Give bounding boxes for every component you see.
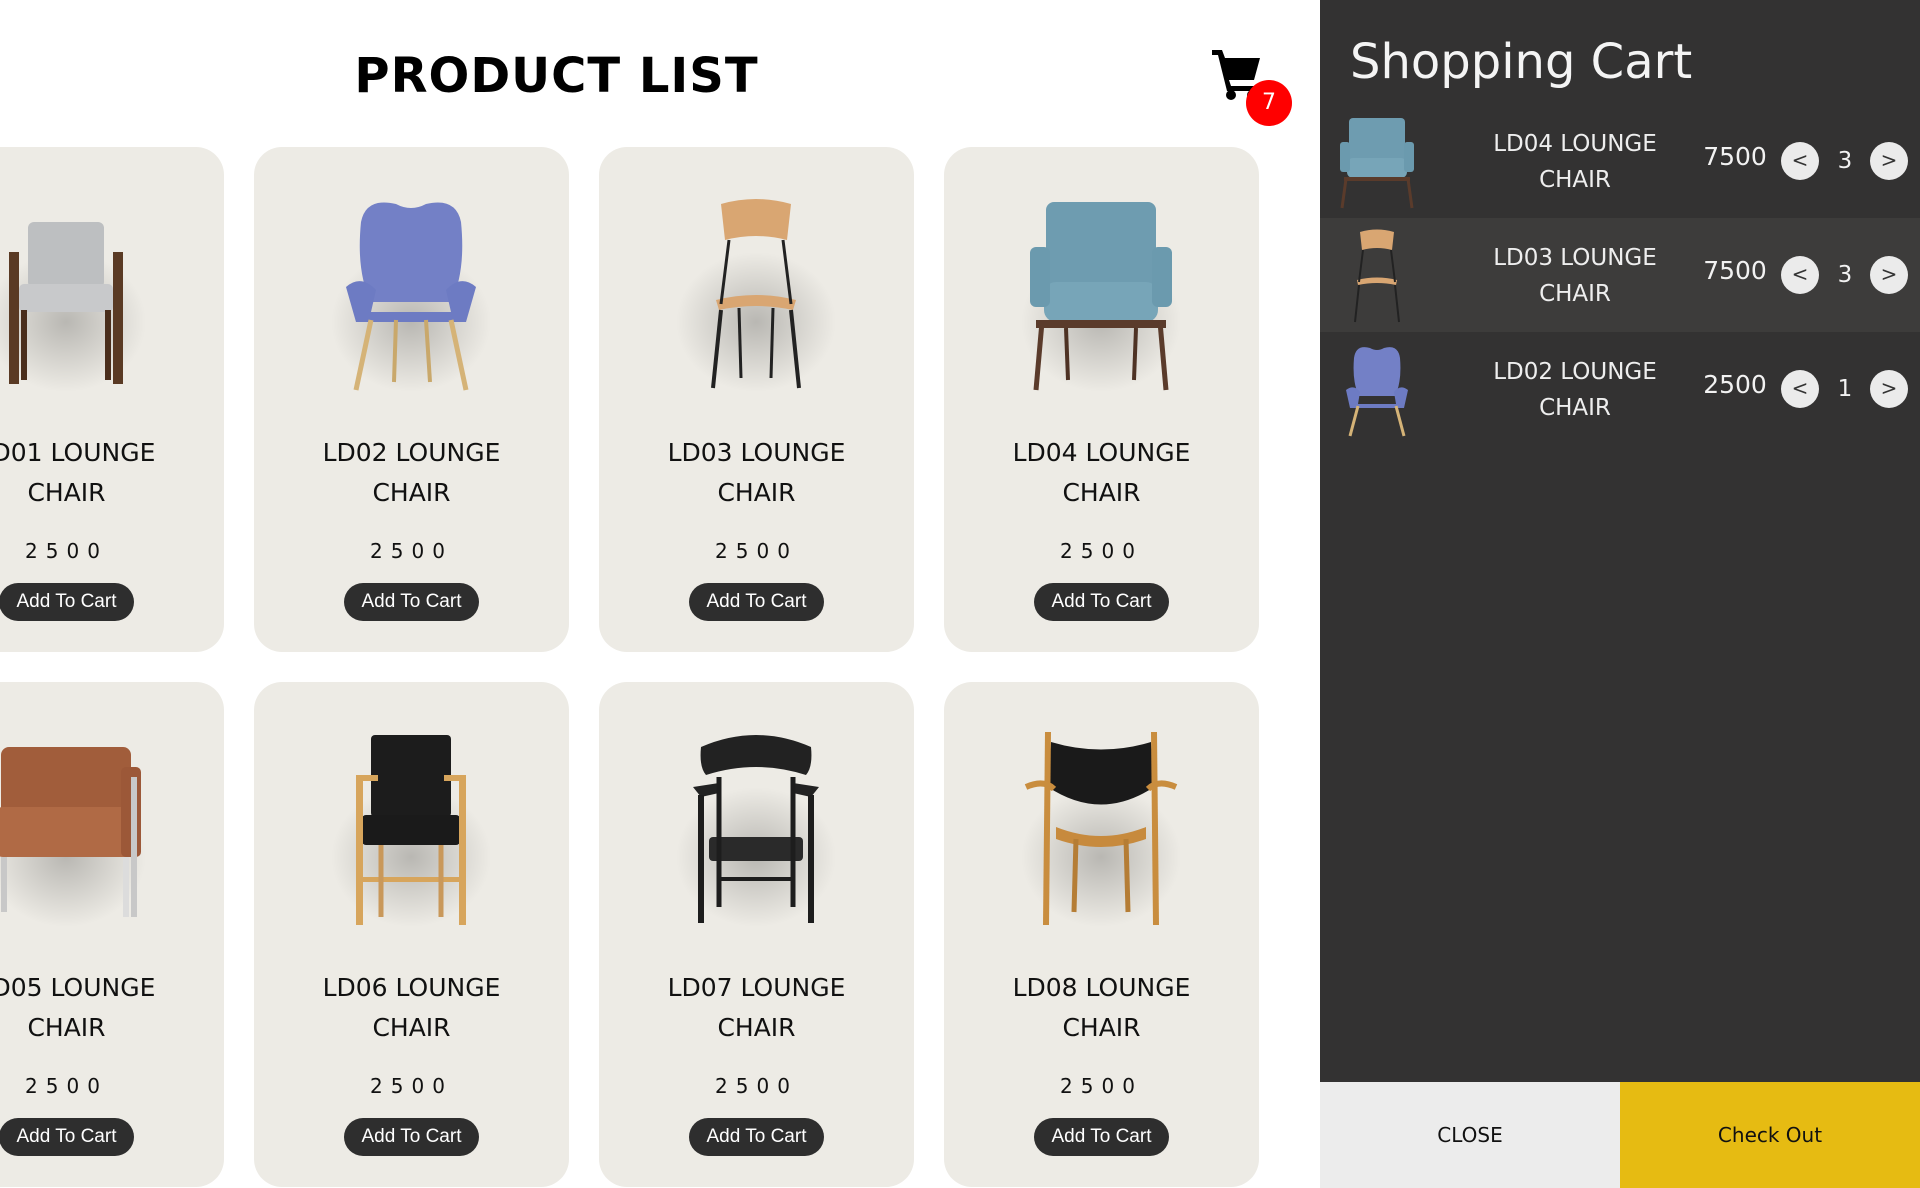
cart-item-name: LD03 LOUNGE CHAIR [1493, 245, 1657, 307]
chair-thumbnail [1346, 347, 1408, 437]
product-grid: LD01 LOUNGE CHAIR 2500 Add To Cart LD02 … [0, 147, 1259, 1187]
chair-image [676, 735, 836, 927]
product-name: LD08 LOUNGE CHAIR [1012, 973, 1191, 1042]
cart-item: LD02 LOUNGE CHAIR 2500 < 1 > [1320, 332, 1920, 446]
cart-item: LD03 LOUNGE CHAIR 7500 < 3 > [1320, 218, 1920, 332]
cart-item-name: LD04 LOUNGE CHAIR [1493, 131, 1657, 193]
increase-quantity-button[interactable]: > [1870, 256, 1908, 294]
chair-thumbnail [1354, 229, 1400, 323]
chair-image [331, 202, 491, 392]
increase-quantity-button[interactable]: > [1870, 142, 1908, 180]
product-price: 2500 [370, 539, 453, 563]
product-card: LD03 LOUNGE CHAIR 2500 Add To Cart [599, 147, 914, 652]
quantity-value: 3 [1837, 148, 1853, 174]
product-price: 2500 [25, 539, 108, 563]
product-card: LD06 LOUNGE CHAIR 2500 Add To Cart [254, 682, 569, 1187]
add-to-cart-button[interactable]: Add To Cart [689, 583, 824, 621]
product-card: LD05 LOUNGE CHAIR 2500 Add To Cart [0, 682, 224, 1187]
product-price: 2500 [370, 1074, 453, 1098]
cart-title: Shopping Cart [1350, 34, 1693, 90]
quantity-value: 1 [1837, 376, 1853, 402]
cart-item-price: 2500 [1703, 370, 1767, 399]
product-name: LD07 LOUNGE CHAIR [667, 973, 846, 1042]
quantity-value: 3 [1837, 262, 1853, 288]
add-to-cart-button[interactable]: Add To Cart [0, 1118, 134, 1156]
chair-image [0, 222, 146, 392]
cart-count-badge: 7 [1246, 80, 1292, 126]
product-card: LD02 LOUNGE CHAIR 2500 Add To Cart [254, 147, 569, 652]
product-card: LD04 LOUNGE CHAIR 2500 Add To Cart [944, 147, 1259, 652]
checkout-button[interactable]: Check Out [1620, 1082, 1920, 1188]
product-card: LD07 LOUNGE CHAIR 2500 Add To Cart [599, 682, 914, 1187]
chair-image [331, 735, 491, 927]
chair-thumbnail [1340, 118, 1414, 209]
product-name: LD02 LOUNGE CHAIR [322, 438, 501, 507]
decrease-quantity-button[interactable]: < [1781, 370, 1819, 408]
decrease-quantity-button[interactable]: < [1781, 256, 1819, 294]
cart-button[interactable]: 7 [1210, 44, 1292, 126]
close-button[interactable]: CLOSE [1320, 1082, 1620, 1188]
product-name: LD04 LOUNGE CHAIR [1012, 438, 1191, 507]
cart-item-price: 7500 [1703, 142, 1767, 171]
decrease-quantity-button[interactable]: < [1781, 142, 1819, 180]
chair-image [676, 199, 836, 392]
add-to-cart-button[interactable]: Add To Cart [344, 583, 479, 621]
product-card: LD01 LOUNGE CHAIR 2500 Add To Cart [0, 147, 224, 652]
product-price: 2500 [25, 1074, 108, 1098]
product-card: LD08 LOUNGE CHAIR 2500 Add To Cart [944, 682, 1259, 1187]
add-to-cart-button[interactable]: Add To Cart [0, 583, 134, 621]
product-name: LD01 LOUNGE CHAIR [0, 438, 156, 507]
product-name: LD05 LOUNGE CHAIR [0, 973, 156, 1042]
increase-quantity-button[interactable]: > [1870, 370, 1908, 408]
cart-item: LD04 LOUNGE CHAIR 7500 < 3 > [1320, 104, 1920, 218]
cart-item-price: 7500 [1703, 256, 1767, 285]
cart-item-name: LD02 LOUNGE CHAIR [1493, 359, 1657, 421]
chair-image [0, 747, 146, 927]
page-title: PRODUCT LIST [354, 48, 759, 104]
add-to-cart-button[interactable]: Add To Cart [1034, 1118, 1169, 1156]
product-price: 2500 [1060, 539, 1143, 563]
add-to-cart-button[interactable]: Add To Cart [344, 1118, 479, 1156]
product-list-area: PRODUCT LIST 7 LD01 LOUNGE CHAIR [0, 0, 1320, 1188]
shopping-cart-panel: Shopping Cart LD04 LOUNGE CHAIR 7500 < 3… [1320, 0, 1920, 1188]
add-to-cart-button[interactable]: Add To Cart [689, 1118, 824, 1156]
product-name: LD06 LOUNGE CHAIR [322, 973, 501, 1042]
product-price: 2500 [1060, 1074, 1143, 1098]
chair-image [1021, 202, 1181, 392]
product-price: 2500 [715, 539, 798, 563]
add-to-cart-button[interactable]: Add To Cart [1034, 583, 1169, 621]
product-name: LD03 LOUNGE CHAIR [667, 438, 846, 507]
chair-image [1021, 731, 1181, 927]
product-price: 2500 [715, 1074, 798, 1098]
cart-item-list: LD04 LOUNGE CHAIR 7500 < 3 > LD03 LOUNGE… [1320, 104, 1920, 446]
